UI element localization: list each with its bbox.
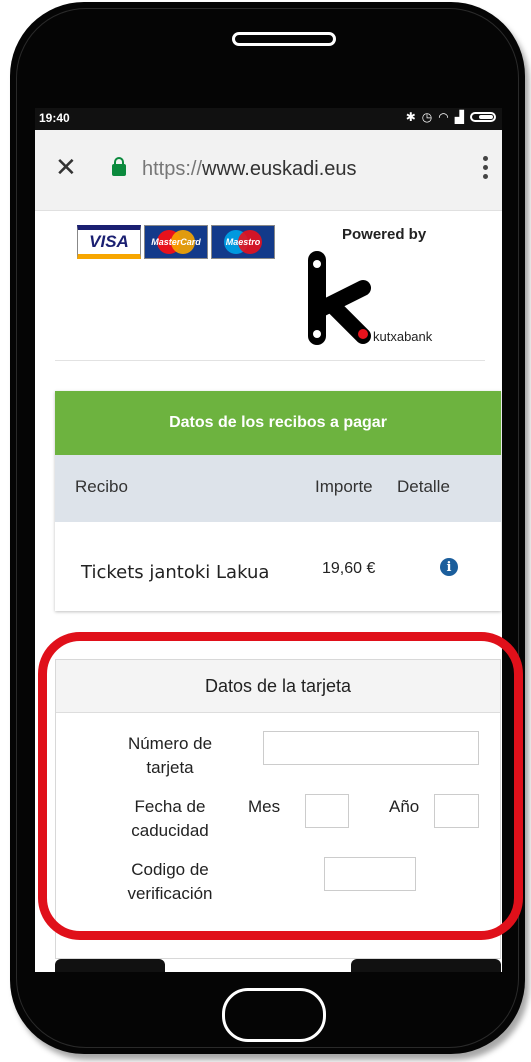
receipts-table: Datos de los recibos a pagar Recibo Impo… [55, 391, 501, 611]
col-importe: Importe [315, 477, 373, 496]
home-button[interactable] [222, 988, 326, 1042]
signal-icon: ▟ [454, 110, 464, 124]
row-recibo: Tickets jantoki Lakua [81, 562, 270, 583]
col-recibo: Recibo [75, 477, 128, 496]
status-time: 19:40 [39, 111, 70, 125]
col-detalle: Detalle [397, 477, 450, 496]
browser-url-bar: ✕ https://www.euskadi.eus [35, 130, 502, 211]
status-icons: ✱ ◷ ◠ ▟ [406, 110, 496, 124]
continue-button[interactable] [351, 959, 501, 972]
divider [55, 360, 485, 361]
lock-icon[interactable] [112, 157, 126, 176]
more-options-icon[interactable] [483, 156, 488, 179]
status-bar: 19:40 ✱ ◷ ◠ ▟ [35, 108, 502, 130]
url-host: www.euskadi.eus [202, 158, 357, 180]
wifi-icon: ◠ [438, 110, 449, 124]
visa-logo: VISA [77, 225, 141, 259]
cancel-button[interactable] [55, 959, 165, 972]
bluetooth-icon: ✱ [405, 110, 416, 124]
url-field[interactable]: https://www.euskadi.eus [142, 158, 357, 181]
kutxabank-k-logo [308, 251, 371, 345]
powered-by-label: Powered by [342, 226, 427, 243]
speaker-grille [232, 32, 336, 46]
table-row: Tickets jantoki Lakua 19,60 € i [55, 522, 501, 611]
close-icon[interactable]: ✕ [55, 154, 77, 180]
card-logos: VISA MasterCard Maestro [77, 225, 275, 259]
info-icon[interactable]: i [440, 558, 458, 576]
url-scheme: https:// [142, 158, 203, 180]
mastercard-logo: MasterCard [144, 225, 208, 259]
highlight-outline [38, 632, 523, 940]
receipts-title: Datos de los recibos a pagar [55, 391, 501, 455]
alarm-icon: ◷ [421, 110, 433, 124]
battery-icon [470, 112, 496, 122]
maestro-logo: Maestro [211, 225, 275, 259]
row-importe: 19,60 € [322, 560, 376, 577]
bank-name: kutxabank [373, 329, 433, 344]
receipts-columns: Recibo Importe Detalle [55, 455, 501, 522]
